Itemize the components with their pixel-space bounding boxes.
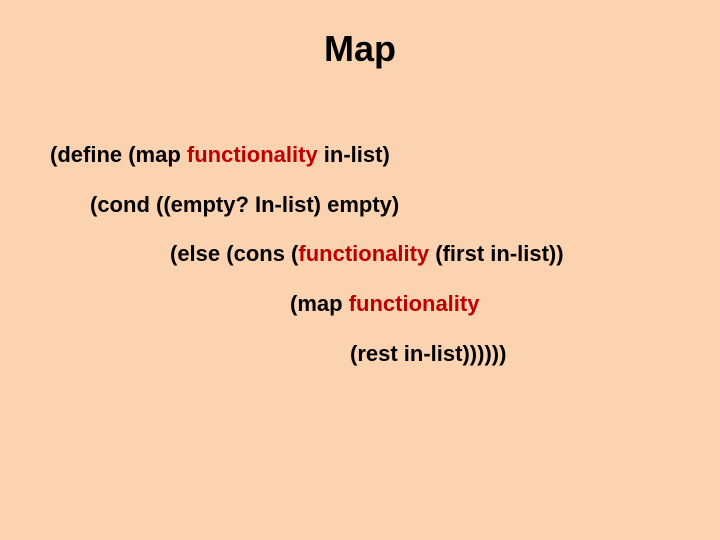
code-text: (rest in-list)))))) bbox=[350, 341, 506, 366]
param-text: functionality bbox=[349, 291, 480, 316]
code-text: in-list) bbox=[318, 142, 390, 167]
code-text: (map bbox=[290, 291, 349, 316]
code-text: (cond ((empty? In-list) empty) bbox=[90, 192, 399, 217]
param-text: functionality bbox=[187, 142, 318, 167]
code-line-3: (else (cons (functionality (first in-lis… bbox=[50, 239, 680, 269]
code-line-1: (define (map functionality in-list) bbox=[50, 140, 680, 170]
code-block: (define (map functionality in-list) (con… bbox=[50, 140, 680, 388]
code-text: (first in-list)) bbox=[429, 241, 563, 266]
param-text: functionality bbox=[298, 241, 429, 266]
code-line-4: (map functionality bbox=[50, 289, 680, 319]
code-text: (else (cons ( bbox=[170, 241, 298, 266]
slide-title: Map bbox=[0, 28, 720, 70]
code-line-2: (cond ((empty? In-list) empty) bbox=[50, 190, 680, 220]
code-text: (define (map bbox=[50, 142, 187, 167]
code-line-5: (rest in-list)))))) bbox=[50, 339, 680, 369]
slide: Map (define (map functionality in-list) … bbox=[0, 0, 720, 540]
